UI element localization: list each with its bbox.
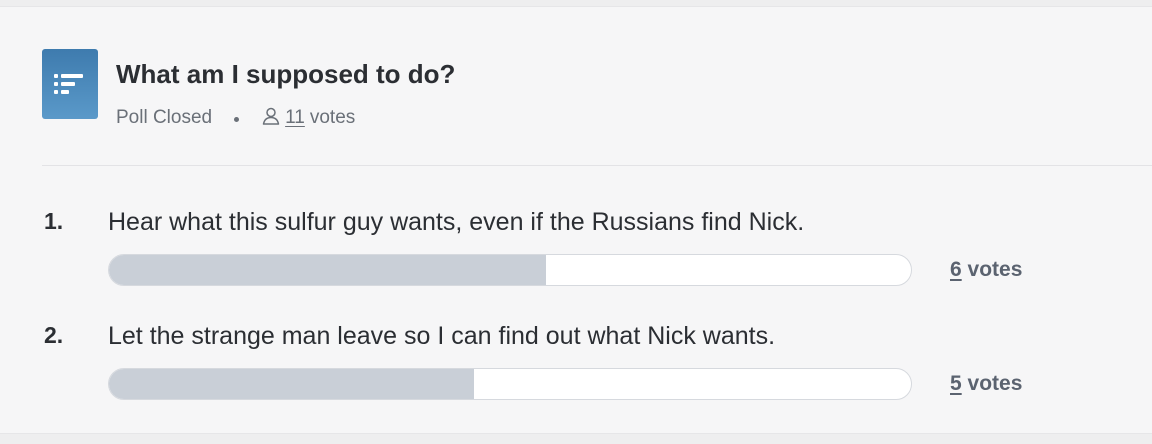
option-votes-count[interactable]: 5 [950, 372, 962, 395]
option-votes[interactable]: 5 votes [950, 372, 1022, 396]
voters-link[interactable]: 11 [285, 107, 305, 129]
poll-list-icon [42, 49, 98, 119]
poll-meta: Poll Closed 11 votes [116, 106, 355, 130]
option-text: Hear what this sulfur guy wants, even if… [108, 208, 805, 236]
option-votes-label: votes [967, 372, 1023, 395]
meta-separator-dot [234, 116, 240, 122]
poll-status: Poll Closed [116, 107, 213, 128]
option-votes-label: votes [967, 258, 1023, 281]
user-icon [261, 106, 281, 132]
option-progress-fill [109, 255, 547, 285]
poll-option: 1. Hear what this sulfur guy wants, even… [42, 208, 1152, 308]
poll-title: What am I supposed to do? [116, 59, 456, 89]
option-number: 2. [44, 322, 64, 348]
poll-header: What am I supposed to do? Poll Closed 11… [42, 49, 1152, 166]
poll-option: 2. Let the strange man leave so I can fi… [42, 322, 1152, 422]
option-progress-bar [108, 368, 912, 400]
option-votes-count[interactable]: 6 [950, 258, 962, 281]
voters-label: votes [309, 107, 356, 128]
option-votes[interactable]: 6 votes [950, 258, 1022, 282]
option-text: Let the strange man leave so I can find … [108, 322, 776, 350]
option-progress-bar [108, 254, 912, 286]
option-number: 1. [44, 208, 64, 234]
option-progress-fill [109, 369, 474, 399]
poll-card: What am I supposed to do? Poll Closed 11… [0, 6, 1152, 434]
